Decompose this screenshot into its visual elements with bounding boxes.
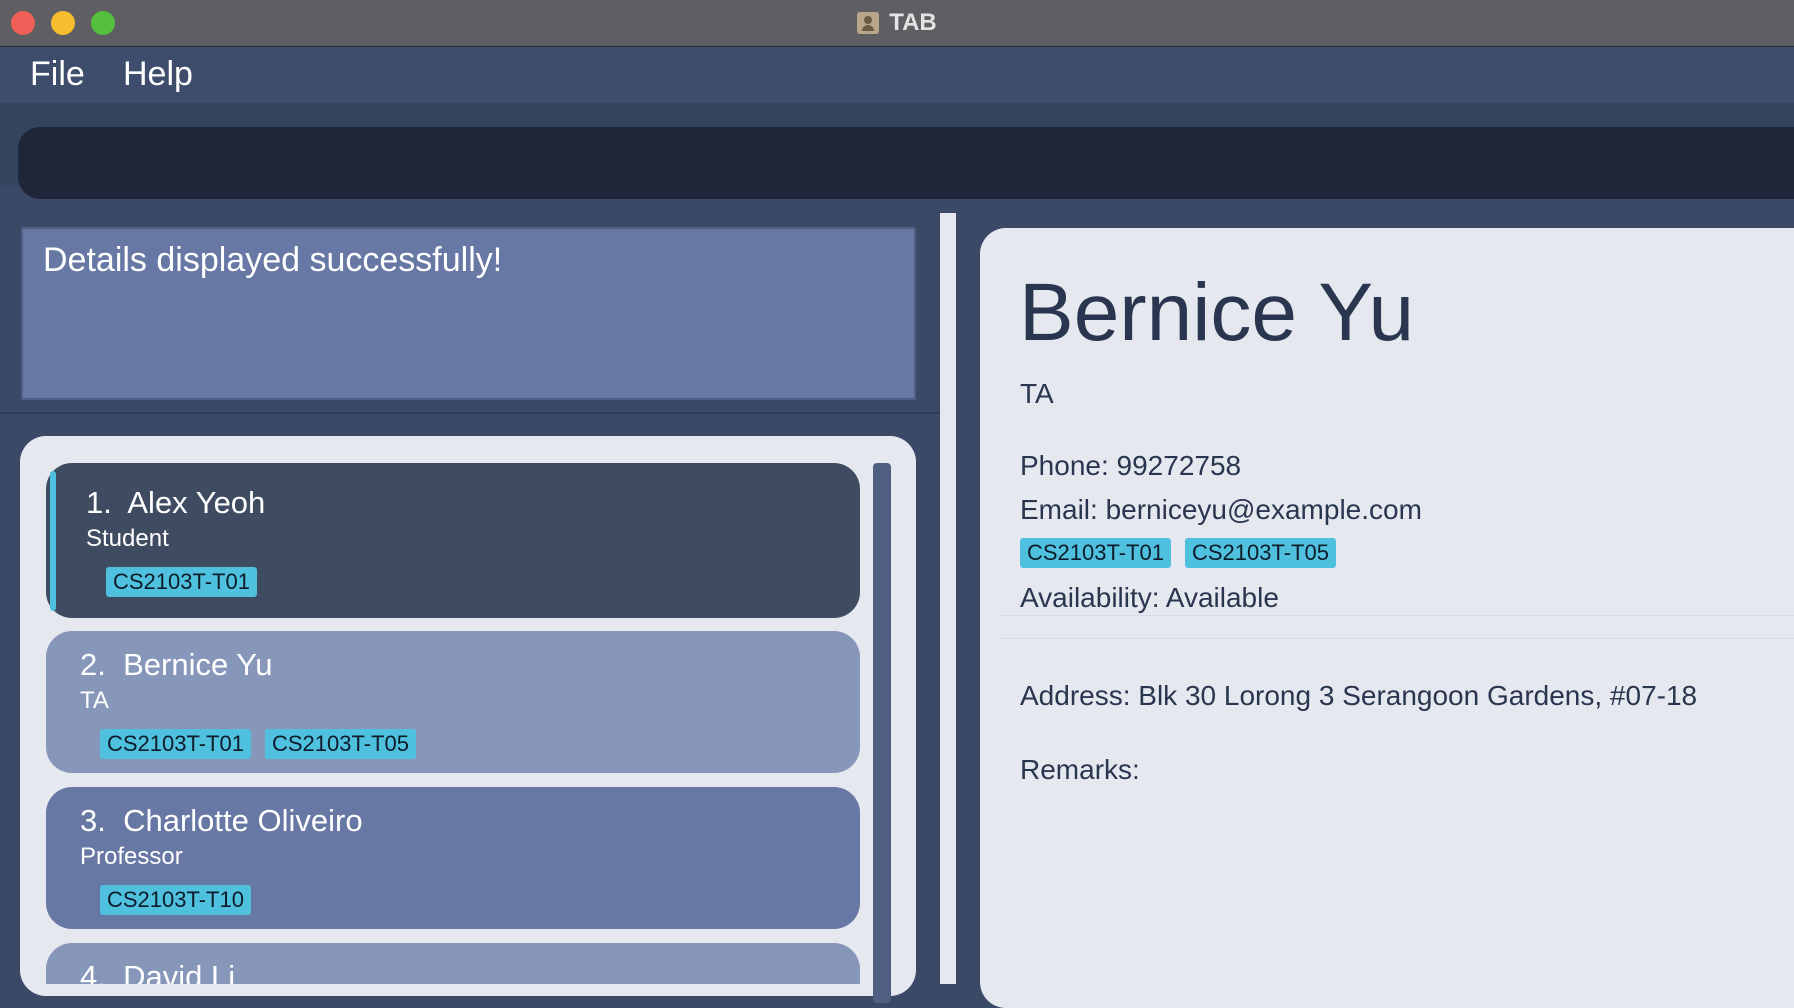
contact-card-1[interactable]: 1. Alex Yeoh Student CS2103T-T01 bbox=[46, 463, 860, 618]
detail-phone: Phone: 99272758 bbox=[1020, 450, 1242, 481]
detail-name: Bernice Yu bbox=[1019, 267, 1415, 358]
tag-badge: CS2103T-T01 bbox=[1020, 538, 1171, 568]
menu-file[interactable]: File bbox=[30, 55, 85, 94]
contact-name: 1. Alex Yeoh bbox=[86, 485, 266, 520]
pane-splitter[interactable] bbox=[940, 213, 956, 984]
contact-name: 2. Bernice Yu bbox=[80, 647, 273, 682]
contact-role: Professor bbox=[80, 843, 183, 870]
window-title: TAB bbox=[889, 9, 937, 36]
contact-role: Student bbox=[86, 525, 169, 552]
contact-name: 3. Charlotte Oliveiro bbox=[80, 803, 363, 838]
contact-tags: CS2103T-T01 bbox=[106, 567, 257, 597]
contact-book-icon bbox=[857, 12, 880, 34]
contact-tags: CS2103T-T01 CS2103T-T05 bbox=[100, 729, 416, 759]
detail-role: TA bbox=[1020, 378, 1054, 409]
detail-email: Email: berniceyu@example.com bbox=[1020, 494, 1422, 525]
contact-role: TA bbox=[80, 687, 109, 714]
tag-badge: CS2103T-T05 bbox=[1184, 538, 1336, 568]
contact-card-3[interactable]: 3. Charlotte Oliveiro Professor CS2103T-… bbox=[46, 787, 860, 929]
command-area bbox=[0, 105, 1794, 199]
left-divider bbox=[0, 412, 940, 414]
contact-card-2[interactable]: 2. Bernice Yu TA CS2103T-T01 CS2103T-T05 bbox=[46, 631, 860, 773]
detail-tags: CS2103T-T01 CS2103T-T05 bbox=[1020, 538, 1336, 568]
result-message: Details displayed successfully! bbox=[43, 241, 503, 279]
contact-list-scrollbar[interactable] bbox=[873, 463, 891, 1003]
result-display: Details displayed successfully! bbox=[21, 227, 916, 400]
menu-bar: File Help bbox=[0, 47, 1794, 105]
menu-help[interactable]: Help bbox=[123, 55, 193, 94]
window-title-group: TAB bbox=[0, 0, 1794, 46]
title-bar: TAB bbox=[0, 0, 1794, 47]
tag-badge: CS2103T-T10 bbox=[100, 885, 251, 915]
command-input[interactable] bbox=[18, 127, 1794, 199]
detail-availability: Availability: Available bbox=[1020, 582, 1279, 613]
contact-tags: CS2103T-T10 bbox=[100, 885, 251, 915]
selection-accent bbox=[50, 471, 56, 611]
tag-badge: CS2103T-T05 bbox=[264, 729, 416, 759]
detail-remarks: Remarks: bbox=[1020, 754, 1140, 785]
tag-badge: CS2103T-T01 bbox=[106, 567, 257, 597]
tag-badge: CS2103T-T01 bbox=[100, 729, 251, 759]
detail-address: Address: Blk 30 Lorong 3 Serangoon Garde… bbox=[1020, 680, 1698, 711]
detail-separator bbox=[1000, 615, 1794, 639]
contact-card-4[interactable]: 4. David Li bbox=[46, 943, 860, 984]
contact-name: 4. David Li bbox=[80, 959, 236, 984]
